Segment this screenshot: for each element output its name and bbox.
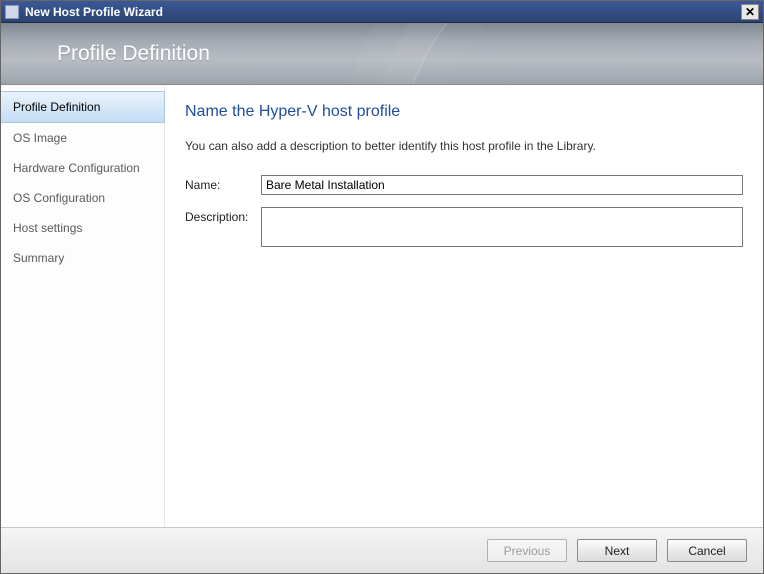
sidebar-item-label: OS Configuration bbox=[13, 191, 105, 205]
sidebar-item-label: Summary bbox=[13, 251, 64, 265]
sidebar-item-os-image[interactable]: OS Image bbox=[1, 123, 164, 153]
name-input[interactable] bbox=[261, 175, 743, 195]
previous-button: Previous bbox=[487, 539, 567, 562]
sidebar-item-os-configuration[interactable]: OS Configuration bbox=[1, 183, 164, 213]
sidebar-item-label: Hardware Configuration bbox=[13, 161, 140, 175]
sidebar-item-label: Host settings bbox=[13, 221, 82, 235]
main-content: Name the Hyper-V host profile You can al… bbox=[165, 85, 763, 527]
form-row-name: Name: bbox=[185, 175, 743, 195]
sidebar-item-summary[interactable]: Summary bbox=[1, 243, 164, 273]
page-subtext: You can also add a description to better… bbox=[185, 139, 743, 153]
sidebar-item-profile-definition[interactable]: Profile Definition bbox=[1, 91, 165, 123]
close-icon: ✕ bbox=[745, 6, 755, 18]
header-banner: Profile Definition bbox=[1, 23, 763, 85]
name-label: Name: bbox=[185, 175, 261, 192]
description-label: Description: bbox=[185, 207, 261, 224]
cancel-button[interactable]: Cancel bbox=[667, 539, 747, 562]
form-row-description: Description: bbox=[185, 207, 743, 247]
close-button[interactable]: ✕ bbox=[741, 4, 759, 20]
sidebar: Profile Definition OS Image Hardware Con… bbox=[1, 85, 165, 527]
window-title: New Host Profile Wizard bbox=[25, 5, 741, 19]
sidebar-item-host-settings[interactable]: Host settings bbox=[1, 213, 164, 243]
page-heading: Name the Hyper-V host profile bbox=[185, 103, 743, 121]
footer: Previous Next Cancel bbox=[1, 527, 763, 573]
body-area: Profile Definition OS Image Hardware Con… bbox=[1, 85, 763, 527]
sidebar-item-label: OS Image bbox=[13, 131, 67, 145]
next-button[interactable]: Next bbox=[577, 539, 657, 562]
titlebar: New Host Profile Wizard ✕ bbox=[1, 1, 763, 23]
description-input[interactable] bbox=[261, 207, 743, 247]
sidebar-item-label: Profile Definition bbox=[13, 100, 100, 114]
sidebar-item-hardware-configuration[interactable]: Hardware Configuration bbox=[1, 153, 164, 183]
app-icon bbox=[5, 5, 19, 19]
header-title: Profile Definition bbox=[57, 42, 210, 66]
